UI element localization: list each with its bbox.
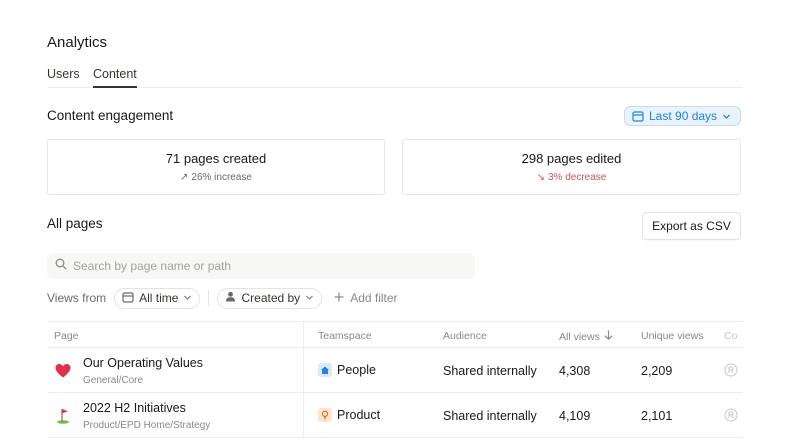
heart-icon xyxy=(54,362,72,380)
header-all-views[interactable]: All views xyxy=(559,330,613,343)
sort-down-arrow-icon xyxy=(604,330,613,343)
pages-edited-card: 298 pages edited ↘ 3% decrease xyxy=(402,139,741,195)
calendar-icon xyxy=(632,110,644,122)
pages-created-delta: ↗ 26% increase xyxy=(48,172,384,183)
pages-created-delta-text: 26% increase xyxy=(191,172,252,183)
table-header: Page Teamspace Audience All views Unique… xyxy=(47,321,743,348)
header-unique-views[interactable]: Unique views xyxy=(641,330,703,342)
search-input[interactable] xyxy=(73,259,453,273)
teamspace-name: People xyxy=(337,363,376,377)
table-row[interactable]: 2022 H2 Initiatives Product/EPD Home/Str… xyxy=(47,393,743,438)
page-path: General/Core xyxy=(83,375,144,386)
tab-content[interactable]: Content xyxy=(93,67,137,88)
pages-created-metric: 71 pages created xyxy=(165,151,267,166)
header-audience[interactable]: Audience xyxy=(443,330,487,342)
calendar-icon xyxy=(122,291,134,306)
table-row[interactable]: Our Operating Values General/Core People… xyxy=(47,348,743,393)
time-filter-chip[interactable]: All time xyxy=(114,287,201,309)
trend-up-arrow-icon: ↗ xyxy=(180,172,189,183)
header-page[interactable]: Page xyxy=(54,330,79,342)
home-icon xyxy=(318,363,332,377)
page-title: Analytics xyxy=(47,34,108,51)
header-teamspace[interactable]: Teamspace xyxy=(318,330,372,342)
pages-edited-delta-text: 3% decrease xyxy=(548,172,607,183)
add-filter-button[interactable]: Add filter xyxy=(334,291,398,305)
teamspace-name: Product xyxy=(337,408,381,422)
page-name[interactable]: 2022 H2 Initiatives xyxy=(83,401,186,415)
lightbulb-icon xyxy=(318,408,332,422)
content-engagement-heading: Content engagement xyxy=(47,108,174,123)
audience-cell: Shared internally xyxy=(443,364,537,378)
created-by-filter-label: Created by xyxy=(241,291,301,305)
search-icon xyxy=(55,257,67,275)
header-extra-truncated[interactable]: Co xyxy=(724,330,737,342)
chevron-down-icon xyxy=(722,112,731,121)
pages-edited-metric: 298 pages edited xyxy=(521,151,622,166)
unique-views-cell: 2,101 xyxy=(641,409,673,423)
audience-cell: Shared internally xyxy=(443,409,537,423)
search-bar xyxy=(47,253,475,279)
plus-icon xyxy=(334,291,344,305)
creator-avatar-icon xyxy=(724,363,738,382)
creator-avatar-icon xyxy=(724,408,738,427)
chevron-down-icon xyxy=(305,291,314,305)
header-all-views-label: All views xyxy=(559,330,600,343)
trend-down-arrow-icon: ↘ xyxy=(536,172,545,183)
tab-bar: Users Content xyxy=(47,66,743,88)
all-views-cell: 4,109 xyxy=(559,409,591,423)
pages-created-card: 71 pages created ↗ 26% increase xyxy=(47,139,385,195)
filter-divider xyxy=(208,290,210,306)
page-path: Product/EPD Home/Strategy xyxy=(83,420,211,431)
all-views-cell: 4,308 xyxy=(559,364,591,378)
add-filter-label: Add filter xyxy=(350,291,398,305)
date-range-label: Last 90 days xyxy=(649,109,718,123)
export-csv-button[interactable]: Export as CSV xyxy=(642,212,741,240)
unique-views-cell: 2,209 xyxy=(641,364,673,378)
date-range-button[interactable]: Last 90 days xyxy=(624,106,742,126)
person-icon xyxy=(225,291,236,305)
views-from-label: Views from xyxy=(47,291,107,305)
time-filter-label: All time xyxy=(139,291,179,305)
chevron-down-icon xyxy=(183,291,192,305)
teamspace-cell: People xyxy=(318,363,376,377)
created-by-filter-chip[interactable]: Created by xyxy=(217,287,323,309)
golf-flag-icon xyxy=(54,407,72,425)
pages-edited-delta: ↘ 3% decrease xyxy=(403,172,740,183)
page-name[interactable]: Our Operating Values xyxy=(83,356,203,370)
filters-row: Views from All time Created by Add filte… xyxy=(47,287,398,309)
tab-users[interactable]: Users xyxy=(47,67,80,86)
teamspace-cell: Product xyxy=(318,408,380,422)
pages-table: Page Teamspace Audience All views Unique… xyxy=(47,321,743,438)
all-pages-heading: All pages xyxy=(47,216,103,231)
